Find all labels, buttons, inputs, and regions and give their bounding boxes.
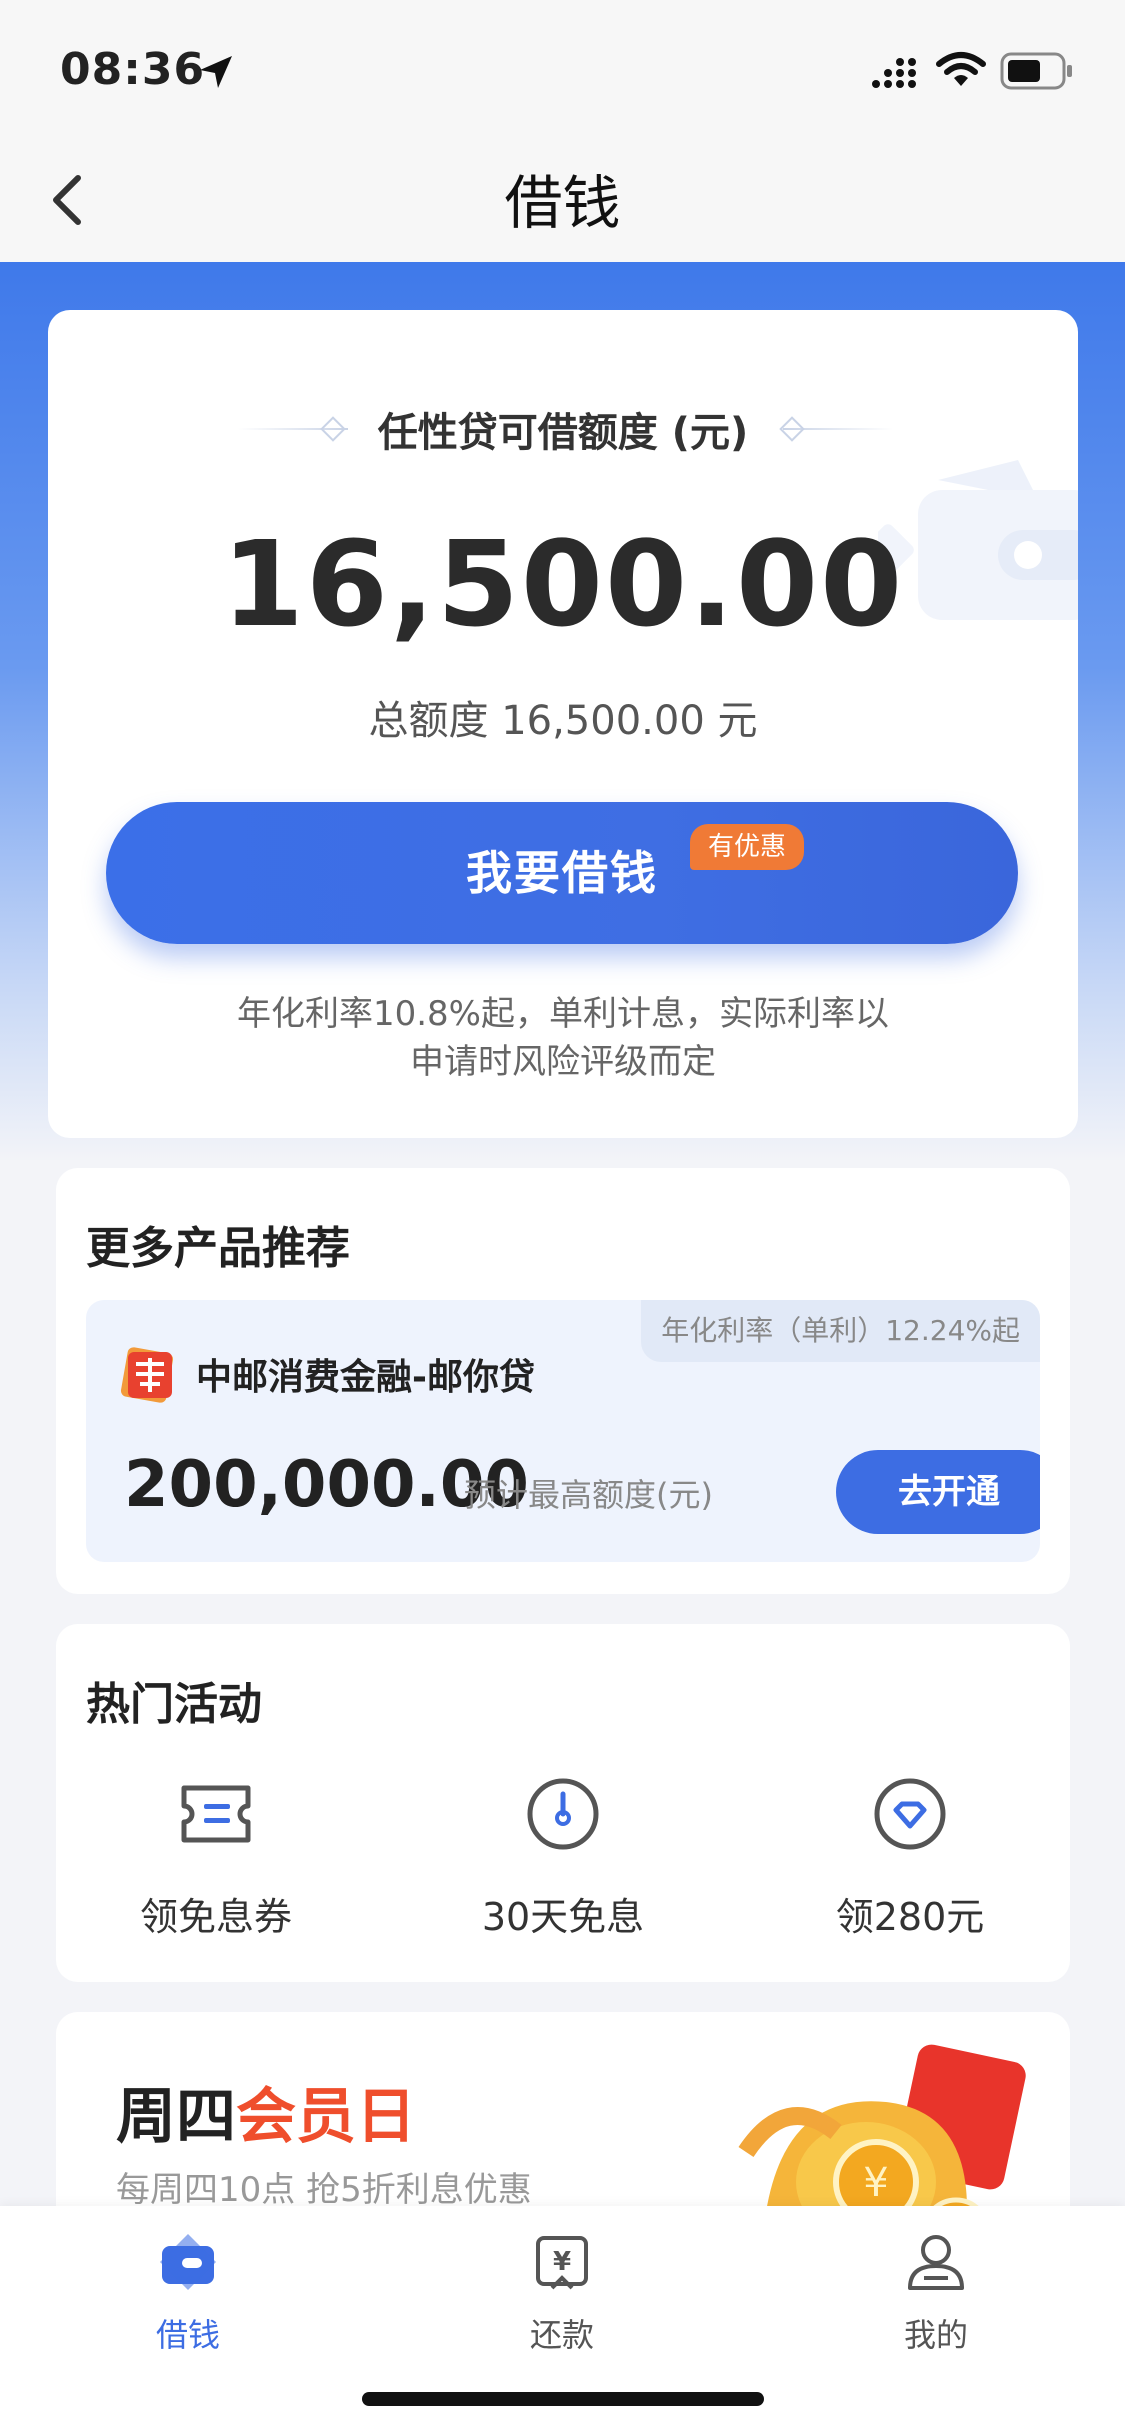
battery-icon (1000, 52, 1072, 90)
cellular-signal-icon (872, 58, 916, 88)
available-credit-amount: 16,500.00 (221, 515, 905, 653)
activity-30-day-free[interactable]: 30天免息 (433, 1774, 693, 1954)
activity-label: 领280元 (835, 1895, 985, 1939)
tab-label: 我的 (903, 2316, 968, 2354)
activity-label: 领免息券 (139, 1895, 292, 1939)
heart-badge-icon (874, 1778, 946, 1850)
wallet-icon (160, 2234, 216, 2290)
credit-title: 任性贷可借额度 (元) (377, 410, 749, 456)
product-amount-label: 预计最高额度(元) (464, 1476, 713, 1514)
tab-mine[interactable]: 我的 (836, 2230, 1036, 2360)
rate-note: 年化利率10.8%起，单利计息，实际利率以 申请时风险评级而定 (48, 990, 1078, 1086)
rate-note-line: 申请时风险评级而定 (410, 1042, 716, 1082)
section-title: 更多产品推荐 (86, 1223, 350, 1274)
promo-badge: 有优惠 (690, 824, 805, 870)
activity-get-280[interactable]: 领280元 (780, 1774, 1040, 1954)
product-rate-tag: 年化利率（单利）12.24%起 (641, 1300, 1040, 1362)
rate-note-line: 年化利率10.8%起，单利计息，实际利率以 (236, 994, 889, 1034)
credit-limit-card: 任性贷可借额度 (元) 16,500.00 总额度 16,500.00 元 我要… (48, 310, 1078, 1138)
product-name: 中邮消费金融-邮你贷 (196, 1357, 535, 1398)
top-bar: 08:36 借钱 (0, 0, 1125, 262)
member-title-highlight: 会员日 (236, 2082, 416, 2152)
member-title-part: 周四 (116, 2082, 236, 2152)
profile-icon (908, 2235, 964, 2290)
title-decoration-line (783, 428, 893, 430)
tab-borrow[interactable]: 借钱 (88, 2230, 288, 2360)
total-credit-text: 总额度 16,500.00 元 (368, 698, 758, 744)
location-arrow-icon (200, 56, 232, 88)
tab-repay[interactable]: ¥ 还款 (462, 2230, 662, 2360)
borrow-button[interactable]: 我要借钱 (106, 802, 1018, 944)
coupon-icon (181, 1785, 251, 1843)
china-post-logo-icon (120, 1347, 174, 1403)
member-day-title: 周四会员日 (116, 2068, 416, 2155)
clock-icon (527, 1778, 599, 1850)
status-time: 08:36 (60, 44, 206, 95)
product-recommendations-card: 更多产品推荐 年化利率（单利）12.24%起 中邮消费金融-邮你贷 200,00… (56, 1168, 1070, 1594)
tab-label: 还款 (529, 2316, 594, 2354)
activate-button[interactable]: 去开通 (836, 1450, 1040, 1534)
activity-label: 30天免息 (481, 1895, 645, 1939)
page-title: 借钱 (504, 169, 621, 237)
activity-free-interest-coupon[interactable]: 领免息券 (86, 1774, 346, 1954)
tab-label: 借钱 (155, 2316, 220, 2354)
home-indicator (362, 2392, 764, 2406)
product-item[interactable]: 年化利率（单利）12.24%起 中邮消费金融-邮你贷 200,000.00 预计… (86, 1300, 1040, 1562)
svg-text:¥: ¥ (553, 2247, 571, 2277)
wifi-icon (936, 52, 986, 86)
section-title: 热门活动 (86, 1679, 262, 1730)
hot-activities-card: 热门活动 领免息券 30天免息 领280元 (56, 1624, 1070, 1982)
repay-icon: ¥ (536, 2236, 588, 2290)
member-day-subtitle: 每周四10点 抢5折利息优惠 (116, 2170, 532, 2210)
svg-text:¥: ¥ (863, 2160, 888, 2206)
